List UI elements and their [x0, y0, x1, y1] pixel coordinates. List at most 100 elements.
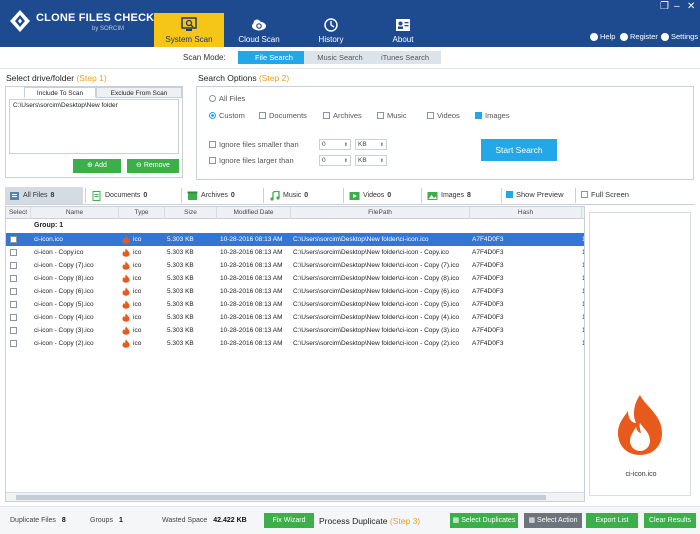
videos-option[interactable]: Videos: [427, 111, 460, 120]
close-button[interactable]: ✕: [687, 1, 695, 12]
tab-exclude-from-scan[interactable]: Exclude From Scan: [96, 87, 182, 98]
settings-link[interactable]: Settings: [661, 32, 698, 41]
clear-results-button[interactable]: Clear Results: [644, 513, 696, 528]
row-select-checkbox[interactable]: [10, 340, 17, 347]
mode-tab-music-search[interactable]: Music Search: [304, 51, 376, 64]
row-select-checkbox[interactable]: [10, 288, 17, 295]
archives-option[interactable]: Archives: [323, 111, 362, 120]
cell-path: C:\Users\sorcim\Desktop\New folder\ci-ic…: [293, 327, 460, 334]
table-row[interactable]: ci-icon.ico ico 5.303 KB 10-28-2016 08:13 A…: [6, 233, 584, 246]
select-duplicates-button[interactable]: ▦ Select Duplicates: [450, 513, 518, 528]
column-name[interactable]: Name: [31, 207, 119, 219]
history-icon: [324, 18, 338, 32]
show-preview-option[interactable]: Show Preview: [506, 190, 564, 199]
nav-tab-history[interactable]: History: [296, 13, 366, 47]
column-select[interactable]: Select: [6, 207, 31, 219]
ignore-smaller-option[interactable]: Ignore files smaller than: [209, 140, 299, 149]
table-row[interactable]: ci-icon - Copy (6).ico ico 5.303 KB 10-28-2…: [6, 285, 584, 298]
nav-tab-cloud-scan[interactable]: Cloud Scan: [224, 13, 294, 47]
cell-name: ci-icon - Copy (2).ico: [34, 340, 94, 347]
mode-tab-itunes-search[interactable]: iTunes Search: [369, 51, 441, 64]
folder-path-item[interactable]: C:\Users\sorcim\Desktop\New folder: [13, 102, 118, 109]
preview-filename: ci-icon.ico: [625, 471, 657, 478]
ignore-larger-option[interactable]: Ignore files larger than: [209, 156, 294, 165]
tab-documents[interactable]: Documents 0: [87, 187, 177, 204]
folder-list[interactable]: C:\Users\sorcim\Desktop\New folder: [9, 99, 179, 154]
max-size-stepper[interactable]: 0 ⬍: [319, 155, 351, 166]
help-link[interactable]: Help: [590, 32, 615, 41]
column-filepath[interactable]: FilePath: [291, 207, 470, 219]
tab-videos[interactable]: Videos 0: [345, 187, 419, 204]
column-hash[interactable]: Hash: [470, 207, 582, 219]
cell-extra: 1: [582, 285, 584, 298]
table-row[interactable]: ci-icon - Copy (3).ico ico 5.303 KB 10-28-2…: [6, 324, 584, 337]
custom-option[interactable]: Custom: [209, 111, 245, 120]
row-select-checkbox[interactable]: [10, 262, 17, 269]
wasted-space-value: 42.422 KB: [213, 517, 247, 524]
table-row[interactable]: ci-icon - Copy (7).ico ico 5.303 KB 10-28-2…: [6, 259, 584, 272]
restore-button[interactable]: ❐: [660, 1, 669, 12]
archives-checkbox[interactable]: [323, 112, 330, 119]
cell-name: ci-icon - Copy (8).ico: [34, 275, 94, 282]
remove-button[interactable]: ⊖ Remove: [127, 159, 179, 173]
full-screen-checkbox[interactable]: [581, 191, 588, 198]
add-button[interactable]: ⊕ Add: [73, 159, 121, 173]
cell-extra: 1: [582, 259, 584, 272]
row-select-checkbox[interactable]: [10, 275, 17, 282]
table-row[interactable]: ci-icon - Copy (2).ico ico 5.303 KB 10-28-2…: [6, 337, 584, 350]
documents-option[interactable]: Documents: [259, 111, 307, 120]
all-files-radio[interactable]: [209, 95, 216, 102]
nav-tab-about[interactable]: About: [368, 13, 438, 47]
tab-all-files[interactable]: All Files 8: [5, 187, 83, 204]
fix-wizard-button[interactable]: Fix Wizard: [264, 513, 314, 528]
music-icon: [270, 190, 280, 201]
column-size[interactable]: Size: [165, 207, 217, 219]
start-search-button[interactable]: Start Search: [481, 139, 557, 161]
minimize-button[interactable]: –: [674, 1, 680, 12]
row-select-checkbox[interactable]: [10, 301, 17, 308]
horizontal-scrollbar[interactable]: [6, 492, 584, 501]
cell-date: 10-28-2016 08:13 AM: [220, 340, 283, 347]
show-preview-checkbox[interactable]: [506, 191, 513, 198]
custom-radio[interactable]: [209, 112, 216, 119]
table-row[interactable]: ci-icon - Copy (4).ico ico 5.303 KB 10-28-2…: [6, 311, 584, 324]
all-files-option[interactable]: All Files: [209, 94, 245, 103]
tab-archives[interactable]: Archives 0: [183, 187, 259, 204]
column-modified-date[interactable]: Modified Date: [217, 207, 291, 219]
documents-checkbox[interactable]: [259, 112, 266, 119]
full-screen-option[interactable]: Full Screen: [581, 190, 629, 199]
row-select-checkbox[interactable]: [10, 236, 17, 243]
nav-tab-system-scan[interactable]: System Scan: [154, 13, 224, 47]
images-option[interactable]: Images: [475, 111, 510, 120]
tab-include-to-scan[interactable]: Include To Scan: [24, 87, 96, 98]
table-row[interactable]: ci-icon - Copy (8).ico ico 5.303 KB 10-28-2…: [6, 272, 584, 285]
min-size-stepper[interactable]: 0 ⬍: [319, 139, 351, 150]
column-type[interactable]: Type: [119, 207, 165, 219]
music-option[interactable]: Music: [377, 111, 407, 120]
cell-path: C:\Users\sorcim\Desktop\New folder\ci-ic…: [293, 275, 460, 282]
tab-music[interactable]: Music 0: [265, 187, 341, 204]
row-select-checkbox[interactable]: [10, 314, 17, 321]
register-link[interactable]: Register: [620, 32, 658, 41]
export-list-button[interactable]: Export List: [586, 513, 638, 528]
select-duplicates-icon: ▦: [452, 517, 462, 524]
mode-tab-file-search[interactable]: File Search: [238, 51, 310, 64]
videos-checkbox[interactable]: [427, 112, 434, 119]
images-checkbox[interactable]: [475, 112, 482, 119]
tab-images[interactable]: Images 8: [423, 187, 499, 204]
music-checkbox[interactable]: [377, 112, 384, 119]
custom-label: Custom: [219, 111, 245, 120]
scrollbar-thumb[interactable]: [16, 495, 546, 500]
select-action-button[interactable]: ▦ Select Action: [524, 513, 582, 528]
cell-path: C:\Users\sorcim\Desktop\New folder\ci-ic…: [293, 288, 460, 295]
ignore-larger-checkbox[interactable]: [209, 157, 216, 164]
ignore-smaller-checkbox[interactable]: [209, 141, 216, 148]
min-size-unit-select[interactable]: KB ⬍: [355, 139, 387, 150]
table-row[interactable]: ci-icon - Copy.ico ico 5.303 KB 10-28-2016 …: [6, 246, 584, 259]
table-row[interactable]: ci-icon - Copy (5).ico ico 5.303 KB 10-28-2…: [6, 298, 584, 311]
documents-icon: [92, 190, 101, 201]
tab-label: Archives: [201, 192, 228, 199]
max-size-unit-select[interactable]: KB ⬍: [355, 155, 387, 166]
row-select-checkbox[interactable]: [10, 249, 17, 256]
row-select-checkbox[interactable]: [10, 327, 17, 334]
